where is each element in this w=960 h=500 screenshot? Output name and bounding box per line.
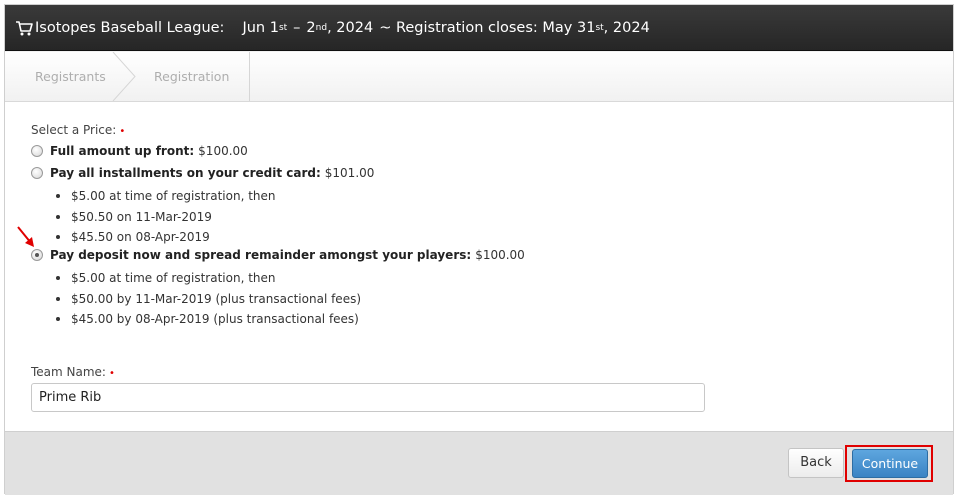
option-amount: $100.00 bbox=[198, 144, 248, 158]
option-title: Full amount up front: bbox=[50, 144, 195, 158]
chevron-right-icon bbox=[112, 52, 136, 101]
wizard-steps: Registrants Registration bbox=[5, 52, 953, 102]
step-divider bbox=[249, 52, 250, 101]
option-title: Pay all installments on your credit card… bbox=[50, 166, 321, 180]
event-start-date: Jun 1 bbox=[242, 19, 279, 36]
step-registration[interactable]: Registration bbox=[154, 52, 229, 101]
list-item: $50.50 on 11-Mar-2019 bbox=[53, 207, 276, 228]
radio-full-amount[interactable] bbox=[31, 145, 43, 157]
installment-details: $5.00 at time of registration, then $50.… bbox=[53, 186, 276, 248]
step-registrants[interactable]: Registrants bbox=[35, 52, 106, 101]
event-end-date: 2 bbox=[306, 19, 316, 36]
list-item: $45.00 by 08-Apr-2019 (plus transactiona… bbox=[53, 309, 361, 330]
price-label: Select a Price: • bbox=[31, 123, 126, 137]
red-arrow-icon bbox=[17, 226, 34, 247]
list-item: $5.00 at time of registration, then bbox=[53, 186, 276, 207]
deposit-details: $5.00 at time of registration, then $50.… bbox=[53, 268, 361, 330]
required-marker: • bbox=[119, 126, 126, 137]
registration-close-date: ~ Registration closes: May 31 bbox=[379, 19, 596, 36]
event-year: , 2024 bbox=[327, 19, 374, 36]
price-option-full[interactable]: Full amount up front: $100.00 bbox=[31, 144, 248, 158]
price-option-deposit[interactable]: Pay deposit now and spread remainder amo… bbox=[31, 248, 525, 262]
option-amount: $101.00 bbox=[324, 166, 375, 180]
team-name-label: Team Name: • bbox=[31, 365, 115, 379]
radio-installments[interactable] bbox=[31, 167, 43, 179]
required-marker: • bbox=[108, 368, 115, 379]
cart-icon bbox=[16, 20, 33, 35]
close-year: , 2024 bbox=[603, 19, 650, 36]
price-option-installments[interactable]: Pay all installments on your credit card… bbox=[31, 166, 374, 180]
form-content: Select a Price: • Full amount up front: $… bbox=[5, 102, 953, 431]
form-footer: Back Continue bbox=[5, 431, 953, 495]
team-name-input[interactable]: Prime Rib bbox=[31, 383, 705, 412]
continue-button[interactable]: Continue bbox=[852, 449, 928, 478]
registration-panel: Isotopes Baseball League: Jun 1st – 2nd,… bbox=[4, 4, 954, 495]
date-separator: – bbox=[293, 19, 301, 36]
event-header: Isotopes Baseball League: Jun 1st – 2nd,… bbox=[5, 5, 953, 51]
list-item: $45.50 on 08-Apr-2019 bbox=[53, 227, 276, 248]
radio-deposit[interactable] bbox=[31, 249, 43, 261]
back-button[interactable]: Back bbox=[788, 448, 844, 478]
list-item: $50.00 by 11-Mar-2019 (plus transactiona… bbox=[53, 289, 361, 310]
list-item: $5.00 at time of registration, then bbox=[53, 268, 361, 289]
option-title: Pay deposit now and spread remainder amo… bbox=[50, 248, 472, 262]
league-name: Isotopes Baseball League: bbox=[35, 19, 225, 36]
option-amount: $100.00 bbox=[475, 248, 525, 262]
